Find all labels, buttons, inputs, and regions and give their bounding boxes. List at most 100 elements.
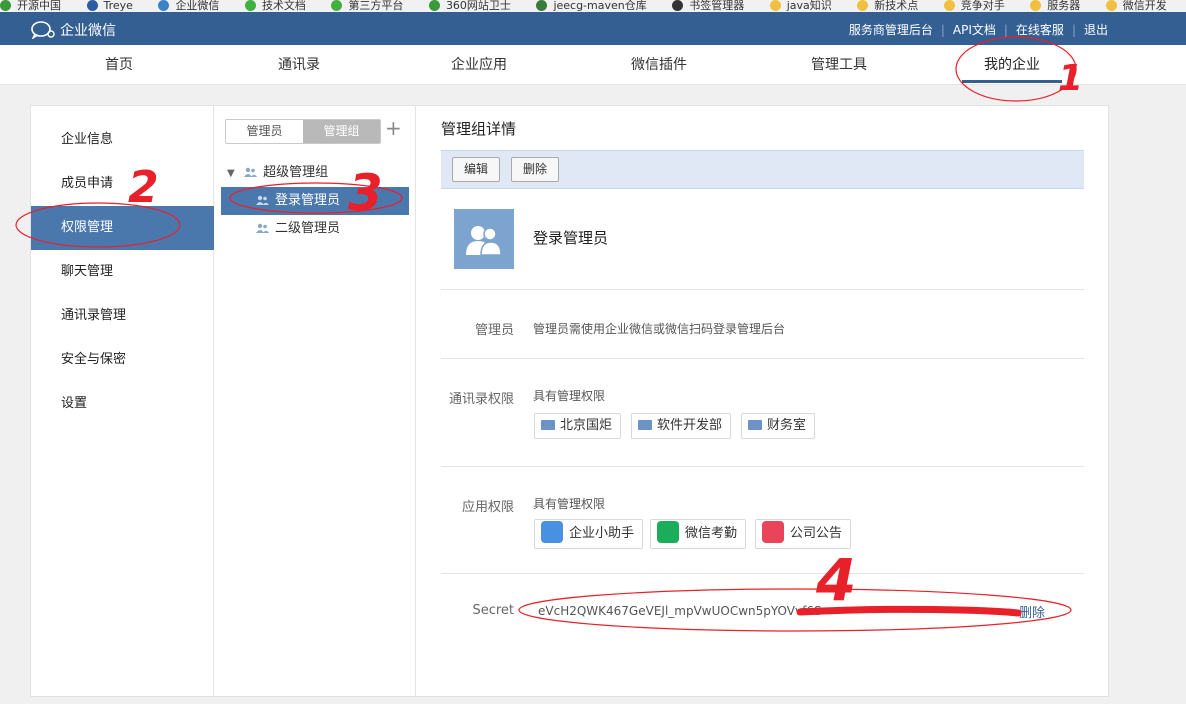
bookmark-item[interactable]: 新技术点: [857, 0, 918, 11]
folder-icon: [541, 420, 555, 430]
bookmark-icon: [428, 0, 440, 11]
contacts-permission-label: 通讯录权限: [448, 392, 514, 407]
admin-group-tree: 管理员 管理组 + ▼ 超级管理组 登录管理员 二级管理员: [215, 106, 416, 696]
app-permission-note: 具有管理权限: [533, 497, 606, 511]
nav-my-enterprise[interactable]: 我的企业: [962, 45, 1062, 85]
bookmark-icon: [536, 0, 548, 11]
admin-field-label: 管理员: [474, 323, 514, 338]
contacts-permission-note: 具有管理权限: [533, 389, 606, 403]
wechat-work-logo-icon: [31, 21, 55, 39]
bookmarks-bar: 开源中国 Treye 企业微信 技术文档 第三方平台 360网站卫士 jeecg…: [0, 0, 1186, 12]
tree-node-label: 超级管理组: [263, 165, 329, 180]
group-icon: [244, 167, 258, 177]
bookmark-icon: [158, 0, 170, 11]
bookmark-item[interactable]: 竞争对手: [943, 0, 1005, 11]
sidebar-item-enterprise-info[interactable]: 企业信息: [31, 118, 214, 162]
bookmark-icon: [86, 0, 98, 11]
folder-icon: [1030, 0, 1042, 11]
detail-toolbar: 编辑 删除: [441, 150, 1084, 189]
nav-enterprise-apps[interactable]: 企业应用: [439, 45, 519, 85]
brand-logo[interactable]: 企业微信: [30, 20, 116, 40]
logout-link[interactable]: 退出: [1084, 23, 1108, 37]
add-group-button[interactable]: +: [385, 116, 402, 140]
group-avatar-icon: [454, 209, 514, 269]
department-tag[interactable]: 北京国炬: [534, 413, 622, 439]
api-docs-link[interactable]: API文档: [953, 23, 996, 37]
app-tag[interactable]: 微信考勤: [650, 519, 747, 549]
bookmark-item[interactable]: 开源中国: [0, 0, 61, 11]
tab-admin-groups[interactable]: 管理组: [303, 120, 380, 143]
secret-value: eVcH2QWK467GeVEJl_mpVwUOCwn5pYOVvf6S: [538, 604, 822, 618]
bookmark-item[interactable]: 360网站卫士: [428, 0, 511, 11]
app-tag[interactable]: 公司公告: [755, 519, 852, 549]
bookmark-item[interactable]: Treye: [86, 0, 133, 11]
sidebar-item-contacts-management[interactable]: 通讯录管理: [31, 294, 214, 338]
bookmark-item[interactable]: 企业微信: [158, 0, 219, 11]
attendance-app-icon: [657, 521, 679, 543]
folder-icon: [943, 0, 955, 11]
department-tag[interactable]: 软件开发部: [631, 413, 732, 439]
bookmark-item[interactable]: 服务器: [1030, 0, 1080, 11]
sidebar-item-member-requests[interactable]: 成员申请: [31, 162, 214, 206]
sidebar-item-settings[interactable]: 设置: [31, 382, 214, 426]
divider: [441, 289, 1084, 290]
divider: [441, 466, 1084, 467]
folder-icon: [748, 420, 762, 430]
content-card: 企业信息 成员申请 权限管理 聊天管理 通讯录管理 安全与保密 设置 管理员 管…: [30, 105, 1109, 697]
edit-button[interactable]: 编辑: [452, 157, 501, 182]
divider: [441, 573, 1084, 574]
bookmark-item[interactable]: 书签管理器: [672, 0, 744, 11]
nav-management-tools[interactable]: 管理工具: [799, 45, 879, 85]
bookmark-item[interactable]: 技术文档: [244, 0, 306, 11]
group-icon: [256, 195, 269, 205]
tree-node-second-admin[interactable]: 二级管理员: [215, 215, 416, 243]
bookmark-icon: [331, 0, 343, 11]
app-permission-label: 应用权限: [461, 500, 514, 515]
bookmark-item[interactable]: 微信开发: [1105, 0, 1167, 11]
online-support-link[interactable]: 在线客服: [1016, 23, 1064, 37]
sidebar-item-chat-management[interactable]: 聊天管理: [31, 250, 214, 294]
bookmark-item[interactable]: jeecg-maven仓库: [536, 0, 647, 11]
divider: |: [1071, 23, 1076, 37]
bookmark-icon: [0, 0, 11, 11]
folder-icon: [1105, 0, 1117, 11]
bookmark-item[interactable]: 第三方平台: [331, 0, 403, 11]
delete-button[interactable]: 删除: [511, 157, 560, 182]
secret-label: Secret: [472, 603, 514, 618]
folder-icon: [638, 420, 652, 430]
divider: |: [940, 23, 945, 37]
bookmark-item[interactable]: java知识: [769, 0, 832, 11]
top-header: 企业微信 服务商管理后台 | API文档 | 在线客服 | 退出: [0, 12, 1186, 45]
department-tag[interactable]: 财务室: [741, 413, 816, 439]
tree-node-super-group[interactable]: ▼ 超级管理组: [215, 159, 416, 187]
group-detail-panel: 管理组详情 编辑 删除 登录管理员 管理员 管理员需使用企业微信或微信扫码登录管…: [416, 106, 1109, 696]
folder-icon: [857, 0, 869, 11]
header-links: 服务商管理后台 | API文档 | 在线客服 | 退出: [849, 21, 1108, 38]
provider-admin-link[interactable]: 服务商管理后台: [849, 23, 933, 37]
assistant-app-icon: [541, 521, 563, 543]
nav-wechat-plugins[interactable]: 微信插件: [619, 45, 699, 85]
tree-node-label: 登录管理员: [275, 193, 341, 208]
sidebar-item-permissions[interactable]: 权限管理: [31, 206, 214, 250]
nav-home[interactable]: 首页: [79, 45, 159, 85]
divider: |: [1003, 23, 1008, 37]
announcement-app-icon: [762, 521, 784, 543]
app-tag[interactable]: 企业小助手: [534, 519, 644, 549]
sidebar-item-security[interactable]: 安全与保密: [31, 338, 214, 382]
tab-admins[interactable]: 管理员: [226, 120, 303, 143]
divider: [441, 358, 1084, 359]
caret-down-icon[interactable]: ▼: [227, 160, 239, 188]
nav-contacts[interactable]: 通讯录: [259, 45, 339, 85]
tree-node-login-admin[interactable]: 登录管理员: [221, 187, 409, 215]
admin-field-text: 管理员需使用企业微信或微信扫码登录管理后台: [533, 322, 786, 336]
left-sidebar: 企业信息 成员申请 权限管理 聊天管理 通讯录管理 安全与保密 设置: [31, 106, 214, 696]
group-icon: [256, 223, 269, 233]
delete-secret-link[interactable]: 删除: [1019, 602, 1045, 621]
main-nav: 首页 通讯录 企业应用 微信插件 管理工具 我的企业: [0, 45, 1186, 85]
detail-title: 管理组详情: [441, 120, 517, 138]
tree-node-label: 二级管理员: [275, 221, 341, 236]
star-icon: [672, 0, 684, 11]
folder-icon: [769, 0, 781, 11]
brand-name: 企业微信: [60, 23, 116, 39]
active-nav-indicator: [962, 80, 1062, 83]
